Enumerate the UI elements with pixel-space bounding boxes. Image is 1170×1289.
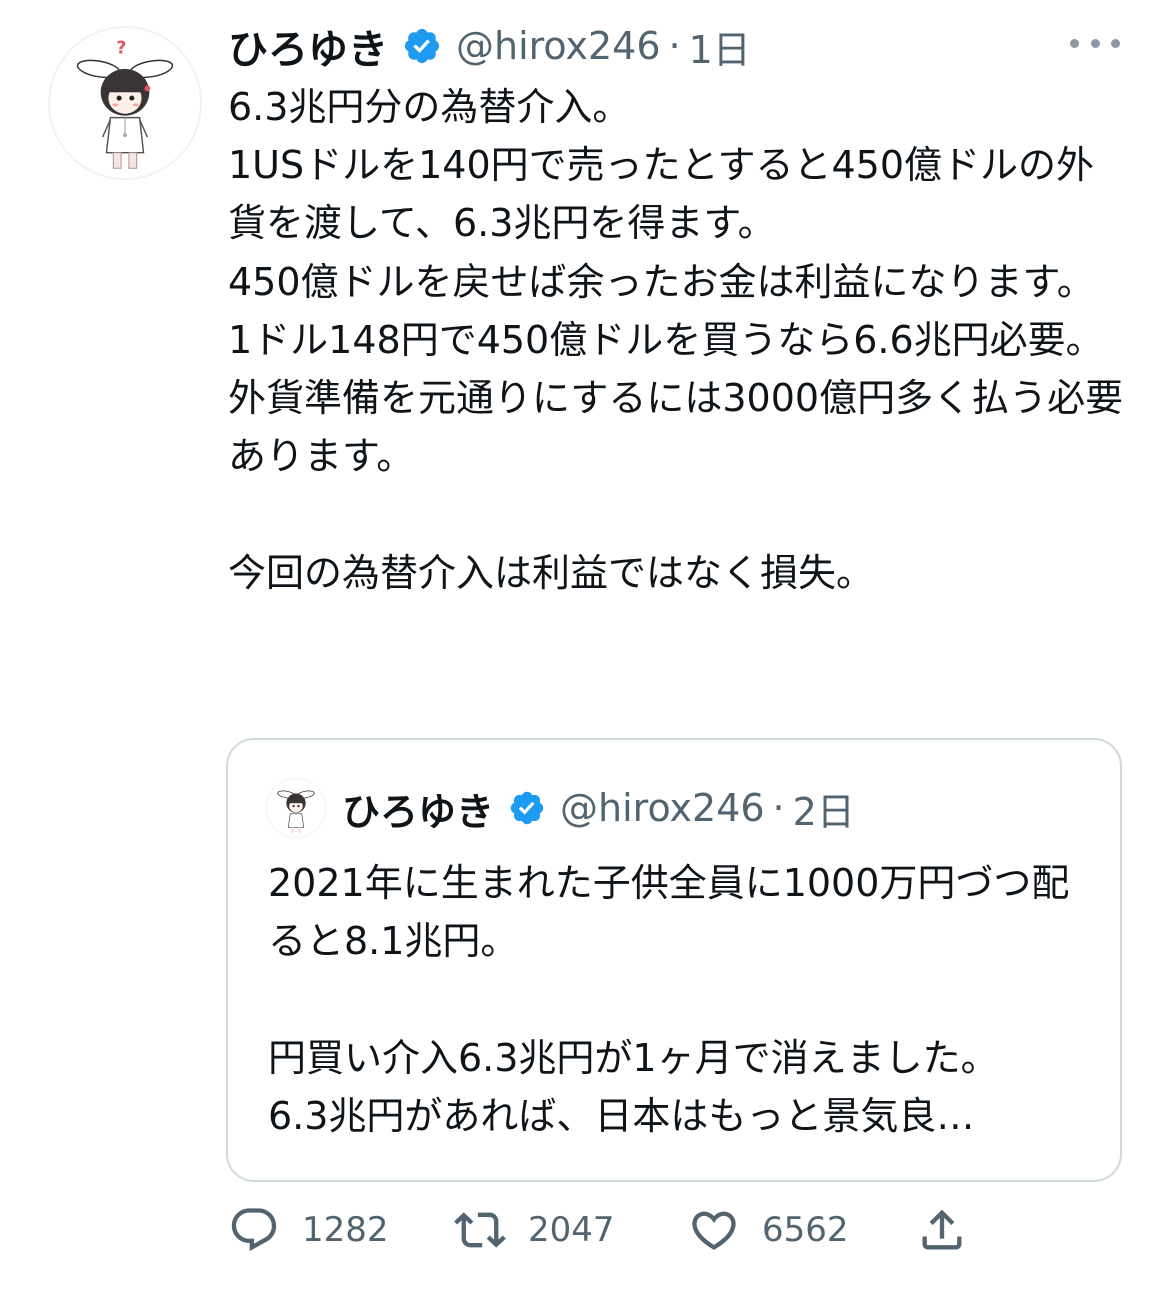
author-handle[interactable]: @hirox246 [456,24,661,68]
tweet-header: ひろゆき @hirox246 · 1日 [228,16,751,76]
tweet-timestamp[interactable]: 1日 [689,19,751,74]
like-button[interactable]: 6562 [688,1200,849,1260]
quoted-tweet-text: 2021年に生まれた子供全員に1000万円づつ配ると8.1兆円。 円買い介入6.… [268,861,1070,1138]
more-dot [1111,38,1120,48]
share-button[interactable] [916,1200,968,1260]
tweet[interactable]: ? ひろゆき @hirox246 · 1日 6.3兆円分の為替介入。 1USドル… [0,0,1170,1289]
quoted-author-display-name: ひろゆき [342,789,495,834]
like-count: 6562 [762,1210,849,1250]
quoted-author-avatar[interactable] [266,778,326,838]
more-dot [1090,38,1100,48]
separator-dot: · [772,786,785,830]
retweet-count: 2047 [528,1210,615,1250]
reply-icon [228,1204,280,1256]
quoted-tweet-header: ひろゆき @hirox246 · 2日 [342,780,855,836]
author-avatar[interactable]: ? [48,26,202,180]
more-dot [1070,38,1079,48]
reply-button[interactable]: 1282 [228,1200,389,1260]
heart-icon [688,1204,740,1256]
retweet-icon [454,1204,506,1256]
verified-badge-icon [402,26,442,66]
quoted-author-handle: @hirox246 [560,786,765,830]
author-display-name[interactable]: ひろゆき [228,17,388,75]
share-icon [916,1204,968,1256]
tweet-actions: 1282 2047 6562 [228,1200,1028,1260]
tweet-text: 6.3兆円分の為替介入。 1USドルを140円で売ったとすると450億ドルの外貨… [228,85,1124,595]
quoted-tweet[interactable]: ひろゆき @hirox246 · 2日 2021年に生まれた子供全員に1000万… [226,738,1122,1182]
separator-dot: · [668,24,681,68]
verified-badge-icon [508,789,546,827]
quoted-tweet-timestamp: 2日 [792,789,855,834]
reply-count: 1282 [302,1210,389,1250]
svg-text:?: ? [116,38,126,58]
retweet-button[interactable]: 2047 [454,1200,615,1260]
more-options-icon[interactable] [1070,28,1120,58]
